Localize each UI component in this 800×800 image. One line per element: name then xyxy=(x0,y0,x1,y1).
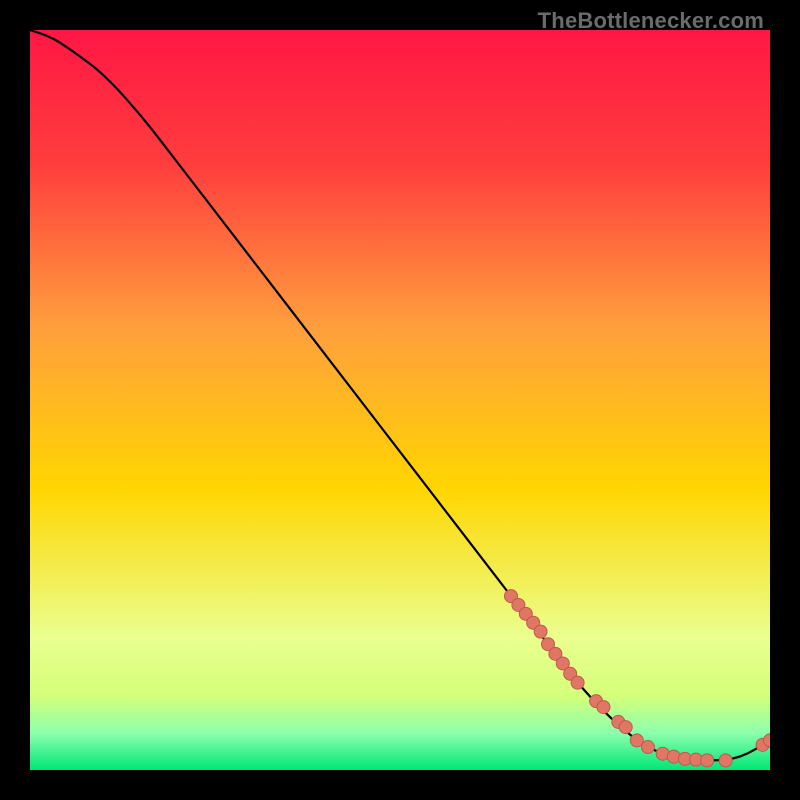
marker-point xyxy=(701,754,714,767)
marker-point xyxy=(534,625,547,638)
marker-point xyxy=(719,754,732,767)
watermark-text: TheBottlenecker.com xyxy=(538,8,764,34)
gradient-background xyxy=(30,30,770,770)
marker-point xyxy=(597,701,610,714)
bottleneck-chart xyxy=(30,30,770,770)
marker-point xyxy=(641,741,654,754)
chart-container xyxy=(30,30,770,770)
marker-point xyxy=(571,676,584,689)
marker-point xyxy=(619,721,632,734)
